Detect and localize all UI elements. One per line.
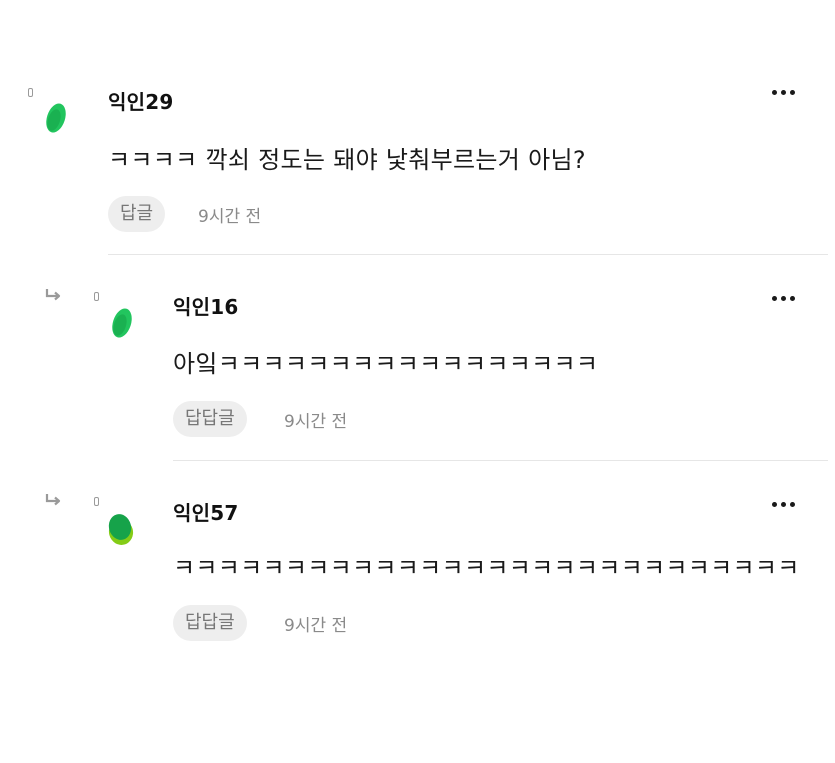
comment-author: 익인57: [173, 501, 239, 525]
reply-button[interactable]: 답답글: [173, 605, 247, 641]
reply-arrow-icon: [45, 289, 61, 301]
divider: [173, 460, 828, 461]
avatar: [46, 103, 66, 133]
divider: [108, 254, 828, 255]
reply-button[interactable]: 답답글: [173, 401, 247, 437]
more-horizontal-icon: [790, 89, 795, 95]
avatar: [112, 308, 132, 338]
comment-time: 9시간 전: [284, 616, 348, 636]
comment-marker-icon: [94, 497, 99, 506]
more-horizontal-icon: [772, 501, 777, 507]
avatar: [108, 514, 134, 545]
comment-text: ㅋㅋㅋㅋㅋㅋㅋㅋㅋㅋㅋㅋㅋㅋㅋㅋㅋㅋㅋㅋㅋㅋㅋㅋㅋㅋㅋㅋ: [173, 554, 800, 582]
comment-author: 익인29: [108, 90, 174, 114]
comment-text: 아잌ㅋㅋㅋㅋㅋㅋㅋㅋㅋㅋㅋㅋㅋㅋㅋㅋㅋ: [173, 350, 599, 378]
reply-arrow-icon: [45, 494, 61, 506]
more-horizontal-icon: [772, 89, 777, 95]
more-horizontal-icon: [772, 295, 777, 301]
comment-time: 9시간 전: [198, 207, 262, 227]
more-options-button[interactable]: [772, 499, 795, 509]
more-options-button[interactable]: [772, 87, 795, 97]
more-horizontal-icon: [781, 89, 786, 95]
comment-marker-icon: [94, 292, 99, 301]
reply-button[interactable]: 답글: [108, 196, 166, 232]
more-horizontal-icon: [790, 295, 795, 301]
comment-author: 익인16: [173, 295, 239, 319]
more-options-button[interactable]: [772, 293, 795, 303]
more-horizontal-icon: [781, 501, 786, 507]
comment-marker-icon: [28, 88, 33, 97]
more-horizontal-icon: [790, 501, 795, 507]
more-horizontal-icon: [781, 295, 786, 301]
comment-text: ㅋㅋㅋㅋ 깍쇠 정도는 돼야 낯춰부르는거 아님?: [108, 146, 586, 174]
comment-time: 9시간 전: [284, 412, 348, 432]
